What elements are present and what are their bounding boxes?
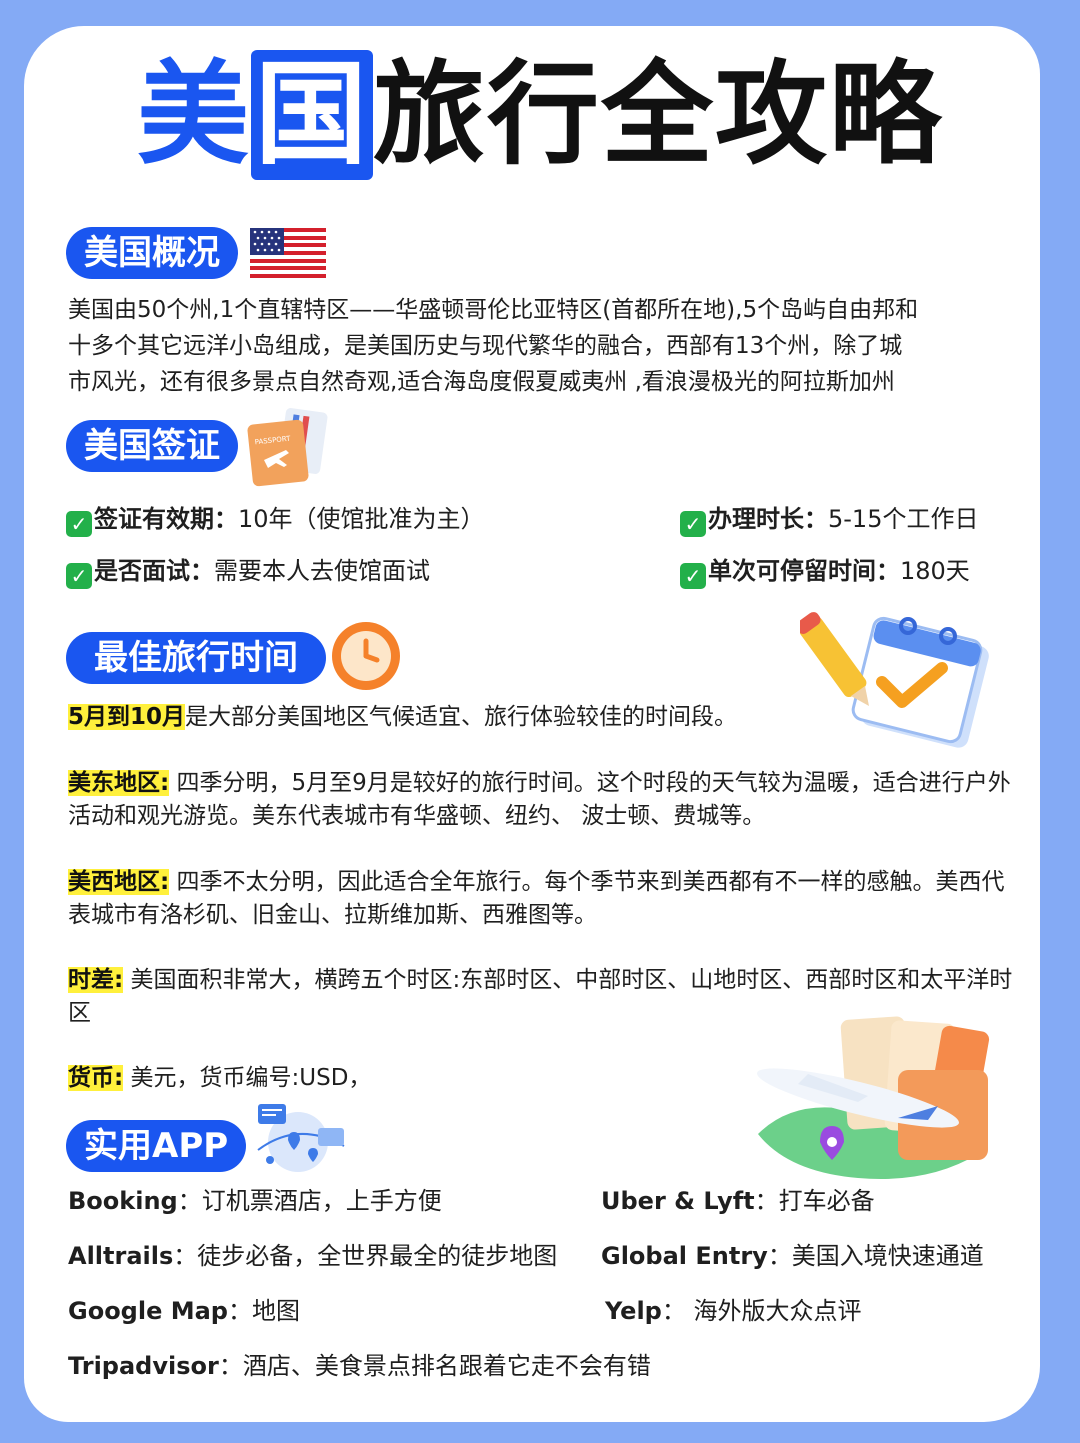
- clock-icon: [332, 622, 400, 690]
- page-title: 美国旅行全攻略: [0, 50, 1080, 180]
- app-uber-lyft: Uber & Lyft：打车必备: [601, 1187, 875, 1215]
- section-heading-visa: 美国签证: [66, 420, 238, 472]
- check-icon: ✓: [680, 511, 706, 537]
- overview-line-2: 十多个其它远洋小岛组成，是美国历史与现代繁华的融合，西部有13个州，除了城: [68, 333, 903, 359]
- best-time-west: 美西地区: 四季不太分明，因此适合全年旅行。每个季节来到美西都有不一样的感触。美…: [68, 869, 1005, 928]
- title-part-1: 美: [137, 50, 251, 180]
- airplane-tickets-icon: [757, 1016, 990, 1179]
- visa-validity: ✓ 签证有效期：10年（使馆批准为主）: [66, 501, 485, 537]
- check-icon: ✓: [66, 511, 92, 537]
- best-time-east: 美东地区: 四季分明，5月至9月是较好的旅行时间。这个时段的天气较为温暖，适合进…: [68, 770, 1011, 829]
- overview-line-1: 美国由50个州,1个直辖特区——华盛顿哥伦比亚特区(首都所在地),5个岛屿自由邦…: [68, 297, 919, 323]
- section-heading-apps: 实用APP: [66, 1120, 247, 1172]
- map-pins-icon: [257, 1104, 345, 1172]
- passport-icon: PASSPORT: [247, 408, 328, 487]
- app-booking: Booking：订机票酒店，上手方便: [68, 1187, 442, 1215]
- overview-line-3: 市风光，还有很多景点自然奇观,适合海岛度假夏威夷州 ,看浪漫极光的阿拉斯加州: [68, 369, 895, 395]
- check-icon: ✓: [680, 563, 706, 589]
- app-tripadvisor: Tripadvisor：酒店、美食景点排名跟着它走不会有错: [68, 1352, 651, 1380]
- app-global-entry: Global Entry：美国入境快速通道: [601, 1242, 984, 1270]
- title-part-3: 旅行全攻略: [373, 50, 943, 180]
- visa-stay-duration: ✓ 单次可停留时间：180天: [680, 553, 970, 589]
- check-icon: ✓: [66, 563, 92, 589]
- visa-interview: ✓ 是否面试：需要本人去使馆面试: [66, 553, 430, 589]
- app-alltrails: Alltrails：徒步必备，全世界最全的徒步地图: [68, 1242, 558, 1270]
- section-heading-best-time: 最佳旅行时间: [66, 632, 326, 684]
- app-yelp: Yelp： 海外版大众点评: [605, 1297, 862, 1325]
- best-time-intro: 5月到10月是大部分美国地区气候适宜、旅行体验较佳的时间段。: [68, 704, 738, 730]
- section-heading-overview: 美国概况: [66, 227, 238, 279]
- title-part-2: 国: [251, 50, 373, 180]
- visa-processing-time: ✓ 办理时长：5-15个工作日: [680, 501, 978, 537]
- app-google-map: Google Map：地图: [68, 1297, 300, 1325]
- us-flag-icon: [250, 228, 326, 278]
